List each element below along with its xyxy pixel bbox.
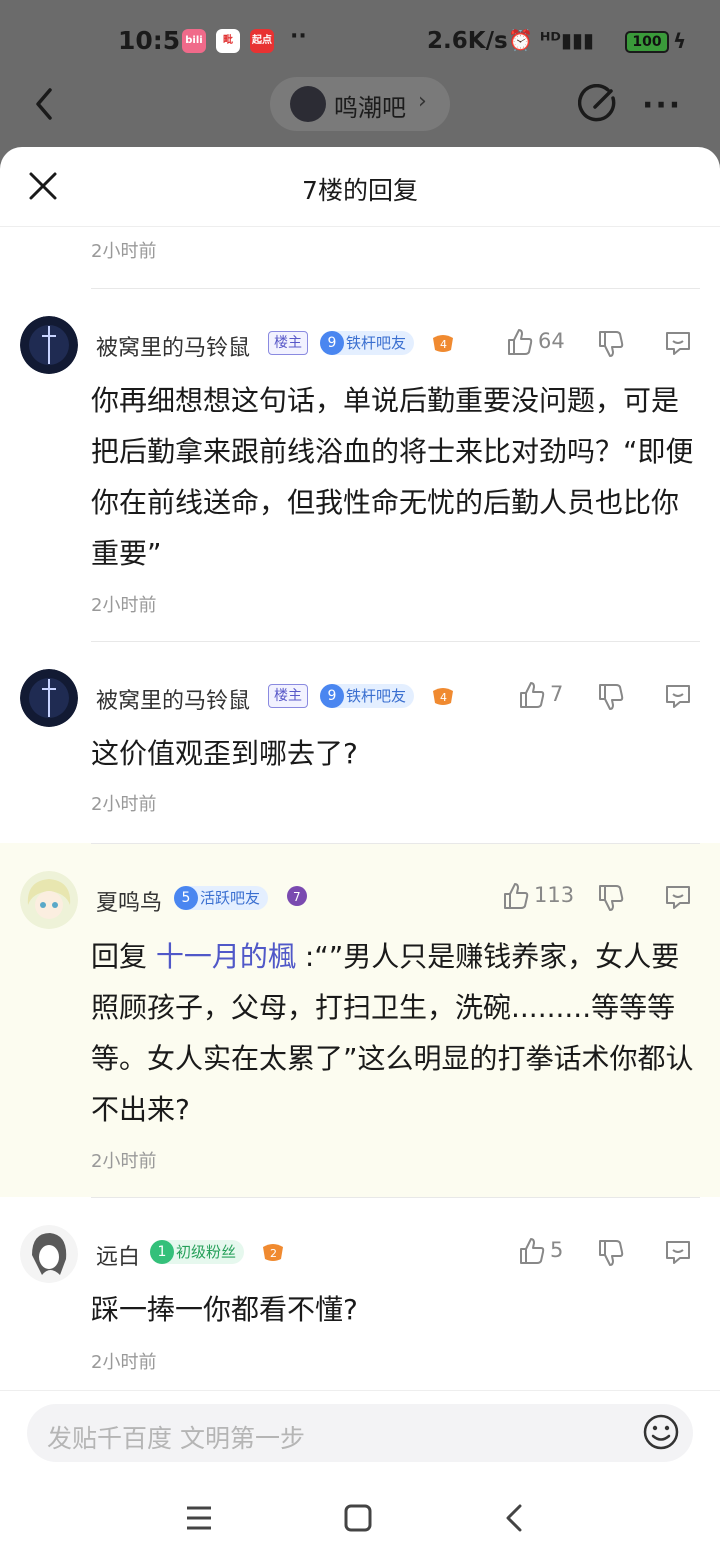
owner-badge: 楼主 — [268, 331, 308, 355]
level-number: 1 — [150, 1240, 174, 1264]
user-avatar[interactable] — [20, 669, 78, 727]
thumbs-down-icon[interactable] — [597, 883, 625, 913]
edit-icon[interactable] — [578, 84, 618, 124]
game-badge-icon: 7 — [287, 886, 307, 906]
thumbs-up-icon — [508, 329, 533, 355]
app-icon-2: 毗 — [216, 29, 240, 53]
user-avatar[interactable] — [20, 316, 78, 374]
like-count: 113 — [534, 883, 575, 907]
game-badge-icon: 2 — [263, 1244, 283, 1261]
thumbs-down-icon[interactable] — [597, 329, 625, 359]
back-icon[interactable] — [502, 1502, 528, 1534]
level-number: 5 — [174, 886, 198, 910]
reply-sheet: 7楼的回复 2小时前 被窝里的马铃鼠 楼主 9 铁杆吧友 4 64 你再细想想这… — [0, 147, 720, 1560]
username[interactable]: 被窝里的马铃鼠 — [96, 683, 250, 715]
emoji-icon[interactable] — [641, 1412, 681, 1452]
battery-icon: 100 — [625, 31, 669, 53]
level-number: 9 — [320, 684, 344, 708]
game-badge-icon: 4 — [433, 335, 453, 352]
menu-icon[interactable] — [184, 1502, 214, 1534]
game-badge-icon: 4 — [433, 688, 453, 705]
level-badge: 1 初级粉丝 — [150, 1240, 245, 1264]
user-avatar[interactable] — [20, 1225, 78, 1283]
more-notifications-icon: ·· — [290, 24, 307, 49]
level-title: 活跃吧友 — [200, 889, 261, 907]
comment-content: 回复 十一月的楓 :“”男人只是赚钱养家，女人要照顾孩子，父母，打扫卫生，洗碗.… — [91, 931, 701, 1135]
system-navigation-bar — [0, 1480, 720, 1560]
comment-time: 2小时前 — [91, 1151, 157, 1172]
level-title: 铁杆吧友 — [346, 687, 407, 705]
comment-input[interactable]: 发贴千百度 文明第一步 — [27, 1404, 693, 1462]
forum-link[interactable]: 鸣潮吧 › — [270, 77, 450, 131]
like-count: 5 — [550, 1238, 564, 1262]
comment-input-bar: 发贴千百度 文明第一步 — [0, 1390, 720, 1480]
comment-content: 踩一捧一你都看不懂? — [91, 1293, 358, 1326]
qidian-app-icon: 起点 — [250, 29, 274, 53]
svg-text:2: 2 — [270, 1247, 277, 1260]
like-count: 64 — [538, 329, 565, 353]
comment-item[interactable]: 被窝里的马铃鼠 楼主 9 铁杆吧友 4 7 这价值观歪到哪去了? 2小时前 — [0, 642, 720, 843]
username[interactable]: 远白 — [96, 1239, 140, 1271]
comment-item-highlighted[interactable]: 夏鸣鸟 5 活跃吧友 7 113 回复 十一月的楓 :“”男人只是赚钱养家，女人… — [0, 843, 720, 1197]
level-badge: 5 活跃吧友 — [174, 886, 269, 910]
comment-content: 这价值观歪到哪去了? — [91, 737, 358, 770]
comment-item[interactable]: 远白 1 初级粉丝 2 5 踩一捧一你都看不懂? 2小时前 — [0, 1198, 720, 1398]
owner-badge: 楼主 — [268, 684, 308, 708]
comment-content: 你再细想想这句话，单说后勤重要没问题，可是把后勤拿来跟前线浴血的将士来比对劲吗？… — [91, 384, 694, 570]
like-count: 7 — [550, 682, 564, 706]
comment-time: 2小时前 — [91, 794, 157, 815]
comment-item[interactable]: 被窝里的马铃鼠 楼主 9 铁杆吧友 4 64 你再细想想这句话，单说后勤重要没问… — [0, 289, 720, 641]
comment-time: 2小时前 — [91, 1352, 157, 1373]
input-placeholder: 发贴千百度 文明第一步 — [47, 1424, 305, 1453]
sheet-header: 7楼的回复 — [0, 147, 720, 227]
reply-comment-icon[interactable] — [663, 681, 693, 711]
level-title: 初级粉丝 — [176, 1243, 237, 1261]
reply-comment-icon[interactable] — [663, 328, 693, 358]
back-arrow-icon[interactable] — [30, 84, 60, 124]
more-options-icon[interactable]: ··· — [642, 88, 682, 123]
thumbs-up-icon — [520, 682, 545, 708]
divider — [91, 843, 700, 844]
thumbs-down-icon[interactable] — [597, 682, 625, 712]
forum-name: 鸣潮吧 — [334, 94, 406, 122]
level-title: 铁杆吧友 — [346, 334, 407, 352]
thumbs-up-icon — [520, 1238, 545, 1264]
username[interactable]: 夏鸣鸟 — [96, 885, 162, 917]
svg-text:4: 4 — [440, 691, 447, 704]
home-icon[interactable] — [342, 1502, 374, 1534]
reply-prefix: 回复 — [91, 940, 148, 973]
user-avatar[interactable] — [20, 871, 78, 929]
reply-comment-icon[interactable] — [663, 882, 693, 912]
svg-text:4: 4 — [440, 338, 447, 351]
comment-time: 2小时前 — [91, 595, 157, 616]
level-number: 9 — [320, 331, 344, 355]
username[interactable]: 被窝里的马铃鼠 — [96, 330, 250, 362]
charging-icon: ϟ — [673, 29, 687, 53]
comment-time: 2小时前 — [91, 241, 157, 262]
sheet-title: 7楼的回复 — [302, 176, 418, 205]
level-badge: 9 铁杆吧友 — [320, 331, 415, 355]
thumbs-down-icon[interactable] — [597, 1238, 625, 1268]
status-bar: 10:51 bili 毗 起点 ·· 2.6K/s ⏰ ᴴᴰ▮▮▮ 100 ϟ — [0, 0, 720, 80]
svg-text:7: 7 — [293, 890, 301, 904]
bilibili-app-icon: bili — [182, 29, 206, 53]
forum-avatar — [290, 86, 326, 122]
network-speed: 2.6K/s — [427, 28, 508, 54]
thumbs-up-icon — [504, 883, 529, 909]
chevron-right-icon: › — [418, 89, 427, 114]
reply-comment-icon[interactable] — [663, 1237, 693, 1267]
signal-icons: ⏰ ᴴᴰ▮▮▮ — [508, 28, 594, 52]
mention-link[interactable]: 十一月的楓 — [156, 940, 296, 973]
level-badge: 9 铁杆吧友 — [320, 684, 415, 708]
